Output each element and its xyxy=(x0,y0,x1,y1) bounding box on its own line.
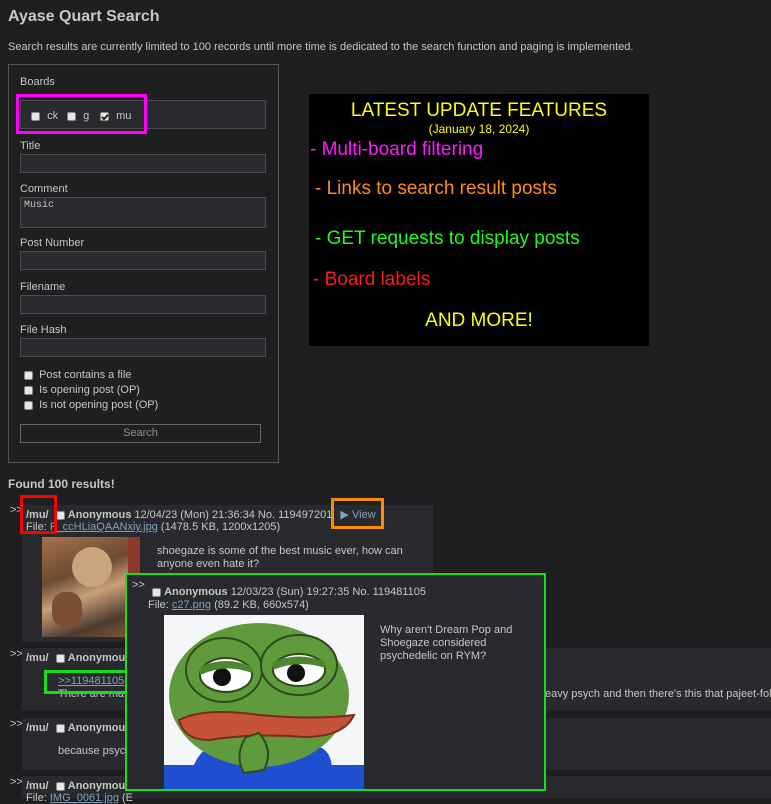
boards-selector: ck g mu xyxy=(20,100,266,129)
title-label: Title xyxy=(20,140,41,152)
post-arrow: >> xyxy=(10,504,23,516)
poster-name: Anonymous xyxy=(164,586,228,598)
post-number-label: Post Number xyxy=(20,237,85,249)
post-select-checkbox[interactable] xyxy=(55,510,65,520)
promo-line-multiboard: - Multi-board filtering xyxy=(310,139,484,160)
file-label: File: xyxy=(26,521,47,533)
post-arrow: >> xyxy=(10,648,23,660)
not-op-checkbox[interactable] xyxy=(24,400,33,410)
post-preview-popup: >> Anonymous 12/03/23 (Sun) 19:27:35 No.… xyxy=(125,573,546,791)
file-label: File: xyxy=(26,792,47,804)
board-label-g: g xyxy=(83,110,90,122)
promo-date: (January 18, 2024) xyxy=(428,122,530,136)
post-comment-tail: eavy psych and then there's this that pa… xyxy=(545,688,771,700)
board-option-ck[interactable]: ck xyxy=(31,110,58,122)
option-is-op[interactable]: Is opening post (OP) xyxy=(24,384,140,396)
filename-input[interactable] xyxy=(20,295,266,314)
post-arrow: >> xyxy=(10,776,23,788)
file-meta: (E xyxy=(122,792,134,804)
post-datetime: 12/03/23 (Sun) 19:27:35 xyxy=(230,586,350,598)
not-op-label: Is not opening post (OP) xyxy=(39,399,159,411)
search-form: Boards ck g mu Title Comment Music Post … xyxy=(8,64,279,463)
file-link[interactable]: IMG_0061.jpg xyxy=(50,792,119,804)
file-label: File: xyxy=(148,599,169,611)
page-title: Ayase Quart Search xyxy=(8,8,160,25)
board-option-g[interactable]: g xyxy=(67,110,89,122)
post-select-checkbox[interactable] xyxy=(152,587,161,597)
post-select-checkbox[interactable] xyxy=(55,723,65,733)
is-op-label: Is opening post (OP) xyxy=(39,384,140,396)
search-button[interactable]: Search xyxy=(20,424,261,443)
option-has-file[interactable]: Post contains a file xyxy=(24,369,131,381)
post-select-checkbox[interactable] xyxy=(55,781,65,791)
poster-name: Anonymous xyxy=(67,780,132,792)
filename-label: Filename xyxy=(20,281,66,293)
board-checkbox-mu[interactable] xyxy=(100,111,109,121)
post-number-input[interactable] xyxy=(20,251,266,270)
frog-image xyxy=(164,623,364,789)
file-link[interactable]: c27.png xyxy=(172,599,211,611)
promo-line-links: - Links to search result posts xyxy=(315,178,557,199)
poster-name: Anonymous xyxy=(67,652,132,664)
option-not-op[interactable]: Is not opening post (OP) xyxy=(24,399,158,411)
promo-line-labels: - Board labels xyxy=(313,269,431,290)
board-checkbox-g[interactable] xyxy=(67,111,76,121)
post-comment: shoegaze is some of the best music ever,… xyxy=(157,545,403,570)
update-features-panel: LATEST UPDATE FEATURES (January 18, 2024… xyxy=(309,94,649,346)
promo-title: LATEST UPDATE FEATURES xyxy=(350,100,608,121)
comment-textarea[interactable]: Music xyxy=(20,197,266,228)
post-select-checkbox[interactable] xyxy=(55,653,65,663)
post-comment: There are ma xyxy=(58,688,125,700)
promo-line-get: - GET requests to display posts xyxy=(315,228,580,249)
quote-link[interactable]: >>119481105 xyxy=(58,675,124,687)
board-label[interactable]: /mu/ xyxy=(26,509,49,521)
post-comment: Why aren't Dream Pop and Shoegaze consid… xyxy=(380,624,513,662)
boards-label: Boards xyxy=(20,76,55,88)
file-link[interactable]: F_ccHLiaQAANxiy.jpg xyxy=(50,521,158,533)
title-input[interactable] xyxy=(20,154,266,173)
board-label-mu: mu xyxy=(116,110,132,122)
post-arrow: >> xyxy=(10,718,23,730)
board-checkbox-ck[interactable] xyxy=(31,111,40,121)
results-count: Found 100 results! xyxy=(8,477,115,491)
post-comment: because psyc xyxy=(58,745,126,757)
file-hash-label: File Hash xyxy=(20,324,67,336)
post-datetime: 12/04/23 (Mon) 21:36:34 xyxy=(134,509,255,521)
notice-text: Search results are currently limited to … xyxy=(8,41,634,53)
post-number[interactable]: No. 119497201 xyxy=(258,509,332,521)
comment-label: Comment xyxy=(20,183,68,195)
post-thumbnail-frog[interactable] xyxy=(164,615,364,789)
poster-name: Anonymous xyxy=(67,509,132,521)
file-meta: (89.2 KB, 660x574) xyxy=(214,599,309,611)
post-arrow: >> xyxy=(132,579,145,591)
is-op-checkbox[interactable] xyxy=(24,385,33,395)
has-file-checkbox[interactable] xyxy=(24,370,33,380)
poster-name: Anonymous xyxy=(67,722,132,734)
board-label[interactable]: /mu/ xyxy=(26,652,49,664)
board-label[interactable]: /mu/ xyxy=(26,722,49,734)
board-option-mu[interactable]: mu xyxy=(100,110,131,122)
promo-footer: AND MORE! xyxy=(425,310,533,331)
view-link[interactable]: ▶ View xyxy=(340,509,375,521)
board-label[interactable]: /mu/ xyxy=(26,780,49,792)
file-meta: (1478.5 KB, 1200x1205) xyxy=(160,521,281,533)
board-label-ck: ck xyxy=(47,110,59,122)
post-number[interactable]: No. 119481105 xyxy=(352,586,426,598)
file-hash-input[interactable] xyxy=(20,338,266,357)
has-file-label: Post contains a file xyxy=(39,369,132,381)
view-arrow-icon: ▶ xyxy=(340,509,349,521)
